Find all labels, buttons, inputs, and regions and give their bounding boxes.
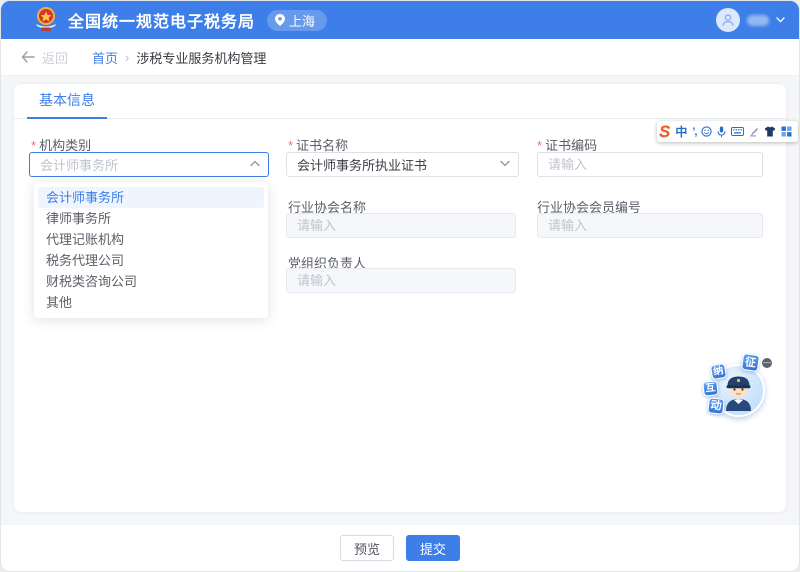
chevron-up-icon (250, 160, 260, 167)
user-name-blurred (747, 14, 769, 26)
ime-emoji-icon[interactable] (701, 126, 713, 137)
ime-toolbox-icon[interactable] (781, 126, 792, 137)
cert-code-input[interactable] (537, 152, 763, 177)
mascot-char-badge[interactable]: 动 (707, 397, 725, 415)
breadcrumb: 返回 首页 › 涉税专业服务机构管理 (1, 39, 799, 76)
location-label: 上海 (289, 13, 316, 29)
chevron-down-icon (500, 160, 510, 167)
preview-button[interactable]: 预览 (339, 535, 394, 561)
breadcrumb-current-page: 涉税专业服务机构管理 (136, 50, 267, 66)
ime-skin-icon[interactable] (764, 126, 776, 137)
party-leader-field-wrap (286, 268, 516, 293)
ime-voice-icon[interactable] (717, 126, 726, 138)
ime-keyboard-icon[interactable] (731, 127, 745, 136)
cert-name-select[interactable]: 会计师事务所执业证书 (286, 152, 519, 177)
dropdown-option[interactable]: 会计师事务所 (38, 187, 264, 208)
tab-bar: 基本信息 (13, 83, 787, 119)
dropdown-option[interactable]: 税务代理公司 (34, 250, 268, 271)
ime-chinese-mode-icon[interactable]: 中 (675, 123, 687, 140)
app-window: 全国统一规范电子税务局 上海 返回 首页 › 涉税专业服务机构管理 基本信息 *… (0, 0, 800, 572)
mascot-char-badge[interactable]: 征 (740, 352, 761, 373)
dropdown-option[interactable]: 其他 (34, 292, 268, 313)
breadcrumb-separator: › (125, 49, 130, 65)
app-header: 全国统一规范电子税务局 上海 (1, 1, 799, 39)
mascot-char-badge[interactable]: 纳 (709, 362, 728, 381)
ime-handwriting-icon[interactable] (749, 126, 759, 137)
back-button[interactable]: 返回 (42, 48, 68, 67)
user-menu[interactable] (716, 1, 785, 39)
org-type-select-value: 会计师事务所 (40, 158, 119, 173)
assoc-name-field-wrap (286, 213, 516, 238)
chevron-down-icon (776, 17, 785, 23)
national-emblem-logo (36, 7, 56, 31)
ime-toolbar: S 中 ’, (657, 121, 799, 142)
app-title: 全国统一规范电子税务局 (68, 14, 256, 31)
required-marker: * (537, 138, 543, 153)
tab-basic-info[interactable]: 基本信息 (27, 83, 107, 119)
ime-punctuation-icon[interactable]: ’, (692, 126, 697, 138)
party-leader-input (286, 268, 516, 293)
dropdown-option[interactable]: 律师事务所 (34, 208, 268, 229)
user-avatar[interactable] (716, 8, 740, 32)
assoc-name-input (286, 213, 516, 238)
person-icon (722, 14, 734, 26)
sogou-logo-icon[interactable]: S (659, 123, 670, 140)
breadcrumb-home-link[interactable]: 首页 (92, 48, 118, 67)
dropdown-option[interactable]: 财税类咨询公司 (34, 271, 268, 292)
assoc-member-no-input (537, 213, 763, 238)
location-pin-icon (275, 14, 286, 26)
dropdown-option[interactable]: 代理记账机构 (34, 229, 268, 250)
org-type-dropdown: 会计师事务所 律师事务所 代理记账机构 税务代理公司 财税类咨询公司 其他 (34, 182, 268, 318)
required-marker: * (31, 138, 37, 153)
footer-actions: 预览 提交 (1, 525, 799, 571)
mascot-widget: 征 纳 互 动 — (699, 351, 781, 423)
cert-code-field-wrap (537, 152, 763, 177)
back-arrow-icon[interactable] (21, 51, 35, 63)
mascot-close-icon[interactable]: — (762, 358, 772, 368)
org-type-select[interactable]: 会计师事务所 (29, 152, 269, 177)
required-marker: * (288, 138, 294, 153)
mascot-char-badge[interactable]: 互 (702, 380, 719, 397)
submit-button[interactable]: 提交 (406, 535, 461, 561)
cert-name-select-value: 会计师事务所执业证书 (297, 158, 428, 173)
location-pill[interactable]: 上海 (267, 9, 328, 31)
assoc-member-no-field-wrap (537, 213, 763, 238)
